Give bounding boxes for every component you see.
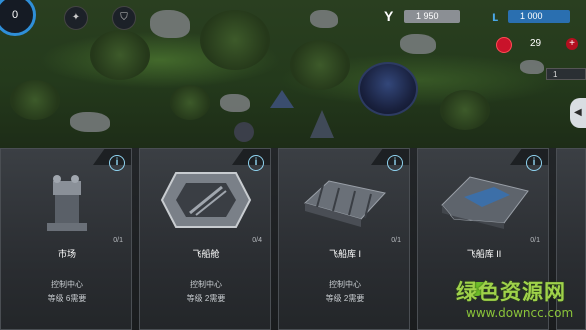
rock — [520, 60, 544, 74]
tree — [90, 30, 150, 80]
map-scene[interactable] — [0, 0, 586, 160]
tree — [170, 85, 210, 120]
shield-button[interactable]: ⛉ — [112, 6, 136, 30]
card-name: 飞船库 II — [466, 249, 502, 259]
resource-secondary-bar[interactable]: 1 000 — [508, 10, 570, 23]
unit-icon — [310, 110, 334, 138]
hangar-2-building-icon — [441, 176, 529, 229]
gem-count: 29 — [530, 38, 542, 49]
card-requirement-building: 控制中心 — [329, 280, 361, 289]
resource-primary-bar[interactable]: 1 950 — [404, 10, 460, 23]
arrow-left-icon: ◀ — [574, 107, 582, 118]
card-requirement-level: 等级 2需要 — [325, 294, 365, 303]
player-level: 0 — [11, 9, 19, 21]
side-panel-tab[interactable]: ◀ — [570, 98, 586, 128]
card-name: 市场 — [57, 249, 76, 259]
gem-icon — [496, 37, 512, 53]
tree — [290, 40, 350, 90]
ship-bay-building-icon — [160, 172, 252, 228]
site-watermark: 绿色资源网 www.downcc.com — [446, 276, 586, 330]
gem-counter[interactable]: 29 + — [496, 37, 586, 53]
tree — [440, 90, 490, 130]
shield-icon: ⛉ — [120, 12, 128, 23]
market-building-icon — [47, 175, 87, 231]
unit-group[interactable] — [232, 86, 372, 150]
tree — [200, 10, 270, 70]
building-card-ship-bay[interactable]: i 0/4 飞船舱 控制中心 等级 2需要 — [139, 148, 271, 330]
card-name: 飞船舱 — [192, 249, 220, 259]
tree — [10, 80, 60, 120]
card-count: 0/4 — [252, 237, 262, 244]
watermark-title: 绿色资源网 — [456, 280, 566, 304]
building-card-hangar-1[interactable]: i 0/1 飞船库 I 控制中心 等级 2需要 — [278, 148, 410, 330]
card-name: 飞船库 I — [328, 249, 361, 259]
building-card-market[interactable]: i 0/1 市场 控制中心 等级 6需要 — [0, 148, 132, 330]
card-requirement-building: 控制中心 — [51, 280, 83, 289]
unit-icon — [270, 90, 294, 108]
resource-primary-value: 1 950 — [416, 11, 439, 21]
settings-button[interactable]: ✦ — [64, 6, 88, 30]
watermark-url: www.downcc.com — [466, 306, 574, 320]
card-requirement-level: 等级 6需要 — [47, 294, 87, 303]
rock — [400, 34, 436, 54]
card-count: 0/1 — [530, 237, 540, 244]
side-counter[interactable]: 1 — [546, 68, 586, 80]
card-count: 0/1 — [113, 237, 123, 244]
side-counter-value: 1 — [553, 70, 558, 79]
add-gems-button[interactable]: + — [566, 38, 578, 50]
game-screen: 0 ✦ ⛉ Y 1 950 ʟ 1 000 29 + 1 ◀ i 0/1 市场 … — [0, 0, 586, 330]
hangar-1-building-icon — [304, 180, 386, 227]
energy-icon: ʟ — [492, 8, 499, 24]
rock — [70, 112, 110, 132]
gear-icon: ✦ — [71, 12, 81, 23]
card-count: 0/1 — [391, 237, 401, 244]
card-requirement-level: 等级 2需要 — [186, 294, 226, 303]
rock — [310, 10, 338, 28]
tech-y-icon: Y — [384, 8, 394, 24]
card-requirement-building: 控制中心 — [190, 280, 222, 289]
unit-icon — [234, 122, 254, 142]
resource-secondary-value: 1 000 — [520, 11, 543, 21]
rock — [150, 10, 190, 38]
